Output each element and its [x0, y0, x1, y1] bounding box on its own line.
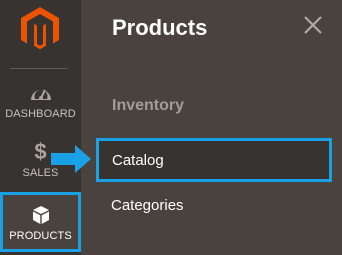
magento-logo-icon[interactable]: [20, 6, 60, 52]
panel-title: Products: [112, 15, 208, 40]
cube-icon: [0, 205, 81, 225]
nav-item-products[interactable]: PRODUCTS: [0, 192, 81, 252]
nav-label-dashboard: DASHBOARD: [5, 108, 76, 120]
menu-item-label: Categories: [111, 196, 184, 214]
section-title-inventory: Inventory: [112, 97, 185, 114]
nav-label-products: PRODUCTS: [9, 230, 72, 242]
nav-item-dashboard[interactable]: DASHBOARD: [0, 77, 81, 134]
products-flyout-panel: Products Inventory Catalog Categories: [81, 0, 342, 255]
menu-item-categories[interactable]: Categories: [96, 183, 332, 227]
sidebar-divider: [10, 68, 68, 69]
admin-sidebar: DASHBOARD $ SALES PRODUCTS: [0, 0, 81, 255]
close-icon[interactable]: [302, 14, 324, 36]
dashboard-gauge-icon: [0, 83, 81, 103]
menu-item-catalog[interactable]: Catalog: [96, 138, 332, 182]
pointer-arrow-icon: [49, 144, 93, 174]
menu-item-label: Catalog: [112, 151, 164, 169]
